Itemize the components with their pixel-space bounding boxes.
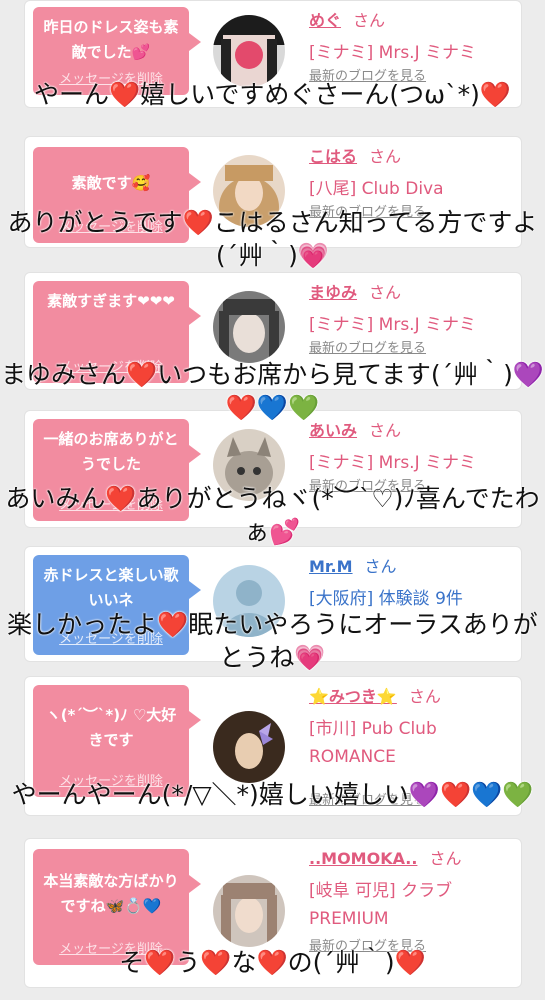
latest-blog-link[interactable]: 最新のブログを見る [309,339,517,359]
reply-text: あいみん❤️ありがとうねヾ(*︶`♡)ﾉ喜んでたわぁ💕 [5,484,540,546]
honorific: さん [369,283,402,302]
sender-name[interactable]: めぐ [309,11,341,30]
comment-text: 赤ドレスと楽しい歌いいネ [43,566,179,609]
reply-caption: やーん❤️嬉しいですめぐさーん(つω`*)❤️ [0,78,545,111]
honorific: さん [353,11,386,30]
comment-text: 素敵すぎます❤❤❤ [47,292,175,310]
reply-text: やーん❤️嬉しいですめぐさーん(つω`*)❤️ [34,80,511,109]
honorific: さん [408,687,441,706]
shop-name: [岐阜 可児] クラブ PREMIUM [309,881,453,929]
reply-caption: そ❤️う❤️な❤️の(´艸｀)❤️ [0,946,545,979]
reply-caption: まゆみさん❤️いつもお席から見てます(´艸｀)💜❤️💙💚 [0,358,545,424]
reply-text: そ❤️う❤️な❤️の(´艸｀)❤️ [119,948,426,977]
reply-caption: ありがとうです❤️こはるさん知ってる方ですよ(´艸｀)💗 [0,206,545,272]
shop-name: [ミナミ] Mrs.J ミナミ [309,453,477,473]
shop-name: [八尾] Club Diva [309,179,444,199]
avatar[interactable] [213,291,285,363]
sender-info: Mr.M さん [大阪府] 体験談 9件 [309,555,517,613]
comment-text: 昨日のドレス姿も素敵でした💕 [43,18,179,61]
sender-name[interactable]: まゆみ [309,283,357,302]
sender-name[interactable]: Mr.M [309,557,353,576]
shop-name: [市川] Pub Club ROMANCE [309,719,437,767]
reply-text: やーんやーん(*/▽＼*)嬉しい嬉しい💜❤️💙💚 [11,780,534,809]
sender-name[interactable]: ..MOMOKA.. [309,849,417,868]
honorific: さん [369,147,402,166]
shop-name: [ミナミ] Mrs.J ミナミ [309,315,477,335]
comment-text: ヽ(*´︶`*)ﾉ ♡大好きです [45,706,177,749]
sender-info: めぐ さん [ミナミ] Mrs.J ミナミ 最新のブログを見る [309,9,517,87]
comment-text: 素敵です🥰 [71,174,151,192]
avatar[interactable] [213,875,285,947]
honorific: さん [364,557,397,576]
sender-info: ..MOMOKA.. さん [岐阜 可児] クラブ PREMIUM 最新のブログを… [309,847,517,957]
reply-text: ありがとうです❤️こはるさん知ってる方ですよ(´艸｀)💗 [7,208,538,270]
avatar[interactable] [213,711,285,783]
shop-name: [ミナミ] Mrs.J ミナミ [309,43,477,63]
sender-name[interactable]: こはる [309,147,357,166]
comment-text: 本当素敵な方ばかりですね🦋💍💙 [43,872,179,915]
reply-text: まゆみさん❤️いつもお席から見てます(´艸｀)💜❤️💙💚 [0,360,544,422]
reply-text: 楽しかったよ❤️眠たいやろうにオーラスありがとうね💗 [7,610,538,672]
avatar[interactable] [213,15,285,87]
reply-caption: 楽しかったよ❤️眠たいやろうにオーラスありがとうね💗 [0,608,545,674]
sender-info: まゆみ さん [ミナミ] Mrs.J ミナミ 最新のブログを見る [309,281,517,359]
reply-caption: あいみん❤️ありがとうねヾ(*︶`♡)ﾉ喜んでたわぁ💕 [0,482,545,548]
honorific: さん [429,849,462,868]
comment-text: 一緒のお席ありがとうでした [43,430,179,473]
reply-caption: やーんやーん(*/▽＼*)嬉しい嬉しい💜❤️💙💚 [0,778,545,811]
sender-name[interactable]: ⭐みつき⭐ [309,687,397,706]
